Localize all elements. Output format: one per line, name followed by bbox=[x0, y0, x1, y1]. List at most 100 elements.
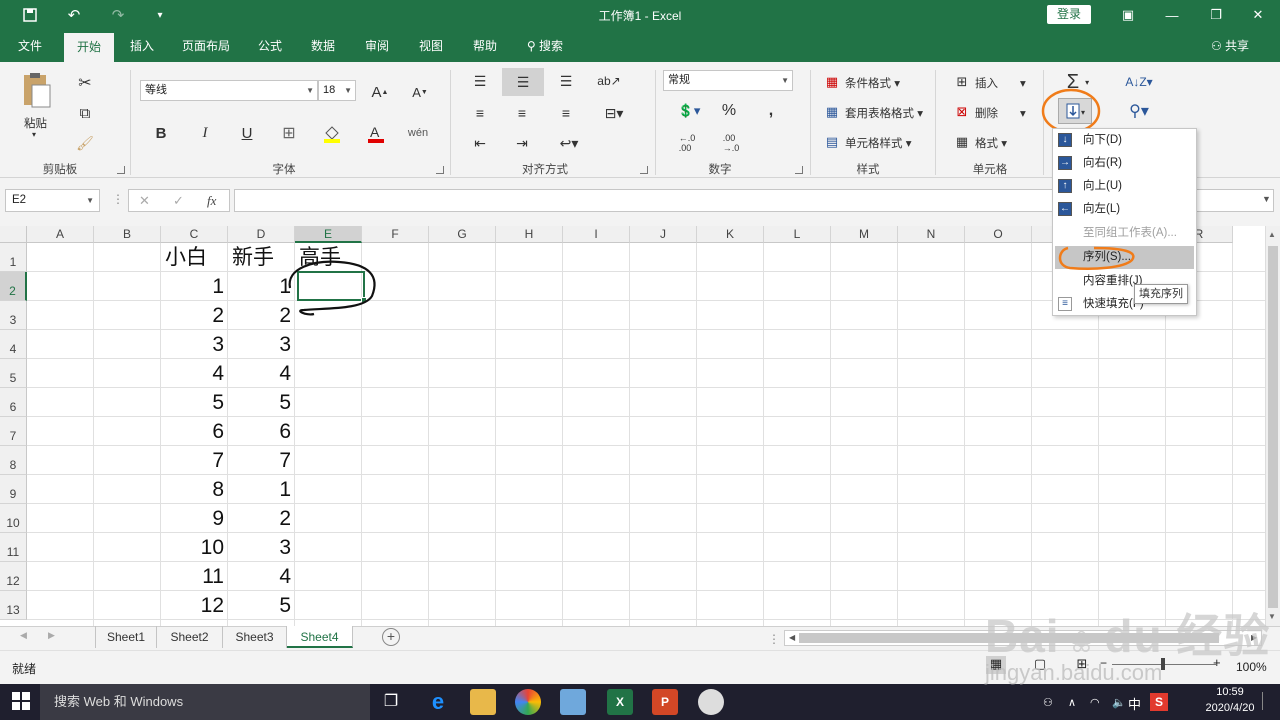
clipboard-launcher-icon[interactable] bbox=[117, 166, 125, 174]
column-header-m[interactable]: M bbox=[831, 226, 898, 243]
expand-formula-icon[interactable]: ▼ bbox=[1262, 194, 1271, 204]
row-header-13[interactable]: 13 bbox=[0, 591, 27, 620]
find-select-icon[interactable]: ⚲▾ bbox=[1122, 100, 1156, 122]
cell-d4[interactable]: 3 bbox=[228, 330, 291, 359]
sheet-tab-sheet2[interactable]: Sheet2 bbox=[157, 626, 223, 648]
cell-d9[interactable]: 1 bbox=[228, 475, 291, 504]
cell-d2[interactable]: 1 bbox=[228, 272, 291, 301]
splitter-icon[interactable]: ⋮ bbox=[768, 632, 780, 646]
scroll-thumb[interactable] bbox=[1268, 246, 1278, 608]
cell-d3[interactable]: 2 bbox=[228, 301, 291, 330]
share-button[interactable]: ⚇ 共享 bbox=[1205, 30, 1255, 62]
increase-indent-icon[interactable]: ⇥ bbox=[510, 132, 534, 154]
bold-button[interactable]: B bbox=[150, 122, 172, 144]
tell-me-search[interactable]: ⚲ 搜索 bbox=[520, 30, 570, 62]
sheet-tab-sheet4[interactable]: Sheet4 bbox=[287, 626, 353, 648]
number-format-combo[interactable]: 常规 ▼ bbox=[663, 70, 793, 91]
align-center-icon[interactable]: ≡ bbox=[510, 102, 534, 124]
cell-c13[interactable]: 12 bbox=[161, 591, 224, 620]
cell-d10[interactable]: 2 bbox=[228, 504, 291, 533]
cell-d8[interactable]: 7 bbox=[228, 446, 291, 475]
top-align-icon[interactable]: ☰ bbox=[468, 70, 492, 92]
cell-c10[interactable]: 9 bbox=[161, 504, 224, 533]
phonetic-icon[interactable]: wén bbox=[406, 122, 430, 144]
column-header-k[interactable]: K bbox=[697, 226, 764, 243]
cell-c8[interactable]: 7 bbox=[161, 446, 224, 475]
cut-icon[interactable]: ✂ bbox=[74, 72, 96, 94]
file-explorer-icon[interactable] bbox=[470, 689, 496, 715]
copy-icon[interactable]: ⧉ bbox=[74, 102, 96, 124]
middle-align-icon[interactable]: ☰ bbox=[502, 68, 544, 96]
vertical-scrollbar[interactable]: ▲ ▼ bbox=[1265, 226, 1280, 626]
conditional-format-button[interactable]: 条件格式 ▾ bbox=[845, 75, 900, 91]
add-sheet-icon[interactable]: + bbox=[382, 628, 400, 646]
tray-people-icon[interactable]: ⚇ bbox=[1043, 696, 1053, 709]
alignment-launcher-icon[interactable] bbox=[640, 166, 648, 174]
tab-help[interactable]: 帮助 bbox=[465, 30, 505, 62]
row-header-3[interactable]: 3 bbox=[0, 301, 27, 330]
column-header-c[interactable]: C bbox=[161, 226, 228, 243]
paste-dropdown-icon[interactable]: ▾ bbox=[32, 130, 36, 139]
sheet-tab-sheet1[interactable]: Sheet1 bbox=[95, 626, 157, 648]
edge-icon[interactable]: e bbox=[425, 689, 451, 715]
row-header-2[interactable]: 2 bbox=[0, 272, 27, 301]
row-header-9[interactable]: 9 bbox=[0, 475, 27, 504]
cell-styles-icon[interactable]: ▤ bbox=[822, 132, 842, 152]
row-header-6[interactable]: 6 bbox=[0, 388, 27, 417]
cell-c7[interactable]: 6 bbox=[161, 417, 224, 446]
column-header-h[interactable]: H bbox=[496, 226, 563, 243]
borders-icon[interactable]: ⊞ bbox=[278, 122, 300, 144]
underline-button[interactable]: U bbox=[236, 122, 258, 144]
clock-time[interactable]: 10:59 bbox=[1200, 686, 1260, 698]
select-all-corner[interactable] bbox=[0, 226, 27, 243]
paste-icon[interactable] bbox=[18, 70, 54, 110]
row-header-1[interactable]: 1 bbox=[0, 243, 27, 272]
row-header-5[interactable]: 5 bbox=[0, 359, 27, 388]
increase-font-icon[interactable]: A ▲ bbox=[368, 80, 392, 104]
percent-button[interactable]: % bbox=[718, 100, 740, 122]
taskbar-search[interactable]: 搜索 Web 和 Windows bbox=[40, 684, 370, 720]
cell-d5[interactable]: 4 bbox=[228, 359, 291, 388]
cell-d12[interactable]: 4 bbox=[228, 562, 291, 591]
format-table-icon[interactable]: ▦ bbox=[822, 102, 842, 122]
row-header-7[interactable]: 7 bbox=[0, 417, 27, 446]
wrap-text-icon[interactable]: ↩▾ bbox=[554, 132, 584, 154]
cell-d1[interactable]: 新手 bbox=[228, 243, 291, 272]
wifi-icon[interactable]: ◠ bbox=[1090, 696, 1100, 709]
cell-c3[interactable]: 2 bbox=[161, 301, 224, 330]
tray-chevron-icon[interactable]: ∧ bbox=[1068, 696, 1076, 709]
sogou-icon[interactable]: S bbox=[1150, 693, 1168, 711]
insert-cells-icon[interactable]: ⊞ bbox=[952, 72, 972, 92]
tab-review[interactable]: 审阅 bbox=[357, 30, 397, 62]
column-header-n[interactable]: N bbox=[898, 226, 965, 243]
sheet-prev-icon[interactable]: ◀ bbox=[20, 630, 27, 641]
menu-item-fill-down[interactable]: ↓ 向下(D) bbox=[1055, 129, 1194, 152]
increase-decimal-icon[interactable]: ←.0.00 bbox=[674, 132, 700, 154]
cell-d6[interactable]: 5 bbox=[228, 388, 291, 417]
ime-indicator[interactable]: 中 bbox=[1128, 694, 1141, 713]
capture-app-icon[interactable] bbox=[698, 689, 724, 715]
tab-data[interactable]: 数据 bbox=[303, 30, 343, 62]
insert-function-button[interactable]: fx bbox=[207, 193, 216, 209]
format-cells-button[interactable]: 格式 ▾ bbox=[975, 135, 1007, 151]
row-header-12[interactable]: 12 bbox=[0, 562, 27, 591]
browser-icon[interactable] bbox=[515, 689, 541, 715]
row-header-4[interactable]: 4 bbox=[0, 330, 27, 359]
align-left-icon[interactable]: ≡ bbox=[468, 102, 492, 124]
row-header-8[interactable]: 8 bbox=[0, 446, 27, 475]
decrease-indent-icon[interactable]: ⇤ bbox=[468, 132, 492, 154]
powerpoint-taskbar-icon[interactable]: P bbox=[652, 689, 678, 715]
notes-app-icon[interactable] bbox=[560, 689, 586, 715]
format-table-button[interactable]: 套用表格格式 ▾ bbox=[845, 105, 923, 121]
format-painter-icon[interactable]: 🖌 bbox=[74, 132, 96, 154]
name-box[interactable]: E2 ▼ bbox=[5, 189, 100, 212]
tab-insert[interactable]: 插入 bbox=[120, 30, 164, 62]
menu-item-fill-right[interactable]: → 向右(R) bbox=[1055, 152, 1194, 175]
cell-c5[interactable]: 4 bbox=[161, 359, 224, 388]
cell-c11[interactable]: 10 bbox=[161, 533, 224, 562]
cell-d11[interactable]: 3 bbox=[228, 533, 291, 562]
conditional-format-icon[interactable]: ▦ bbox=[822, 72, 842, 92]
delete-cells-button[interactable]: 删除 ▾ bbox=[975, 105, 1026, 121]
row-header-11[interactable]: 11 bbox=[0, 533, 27, 562]
row-header-10[interactable]: 10 bbox=[0, 504, 27, 533]
